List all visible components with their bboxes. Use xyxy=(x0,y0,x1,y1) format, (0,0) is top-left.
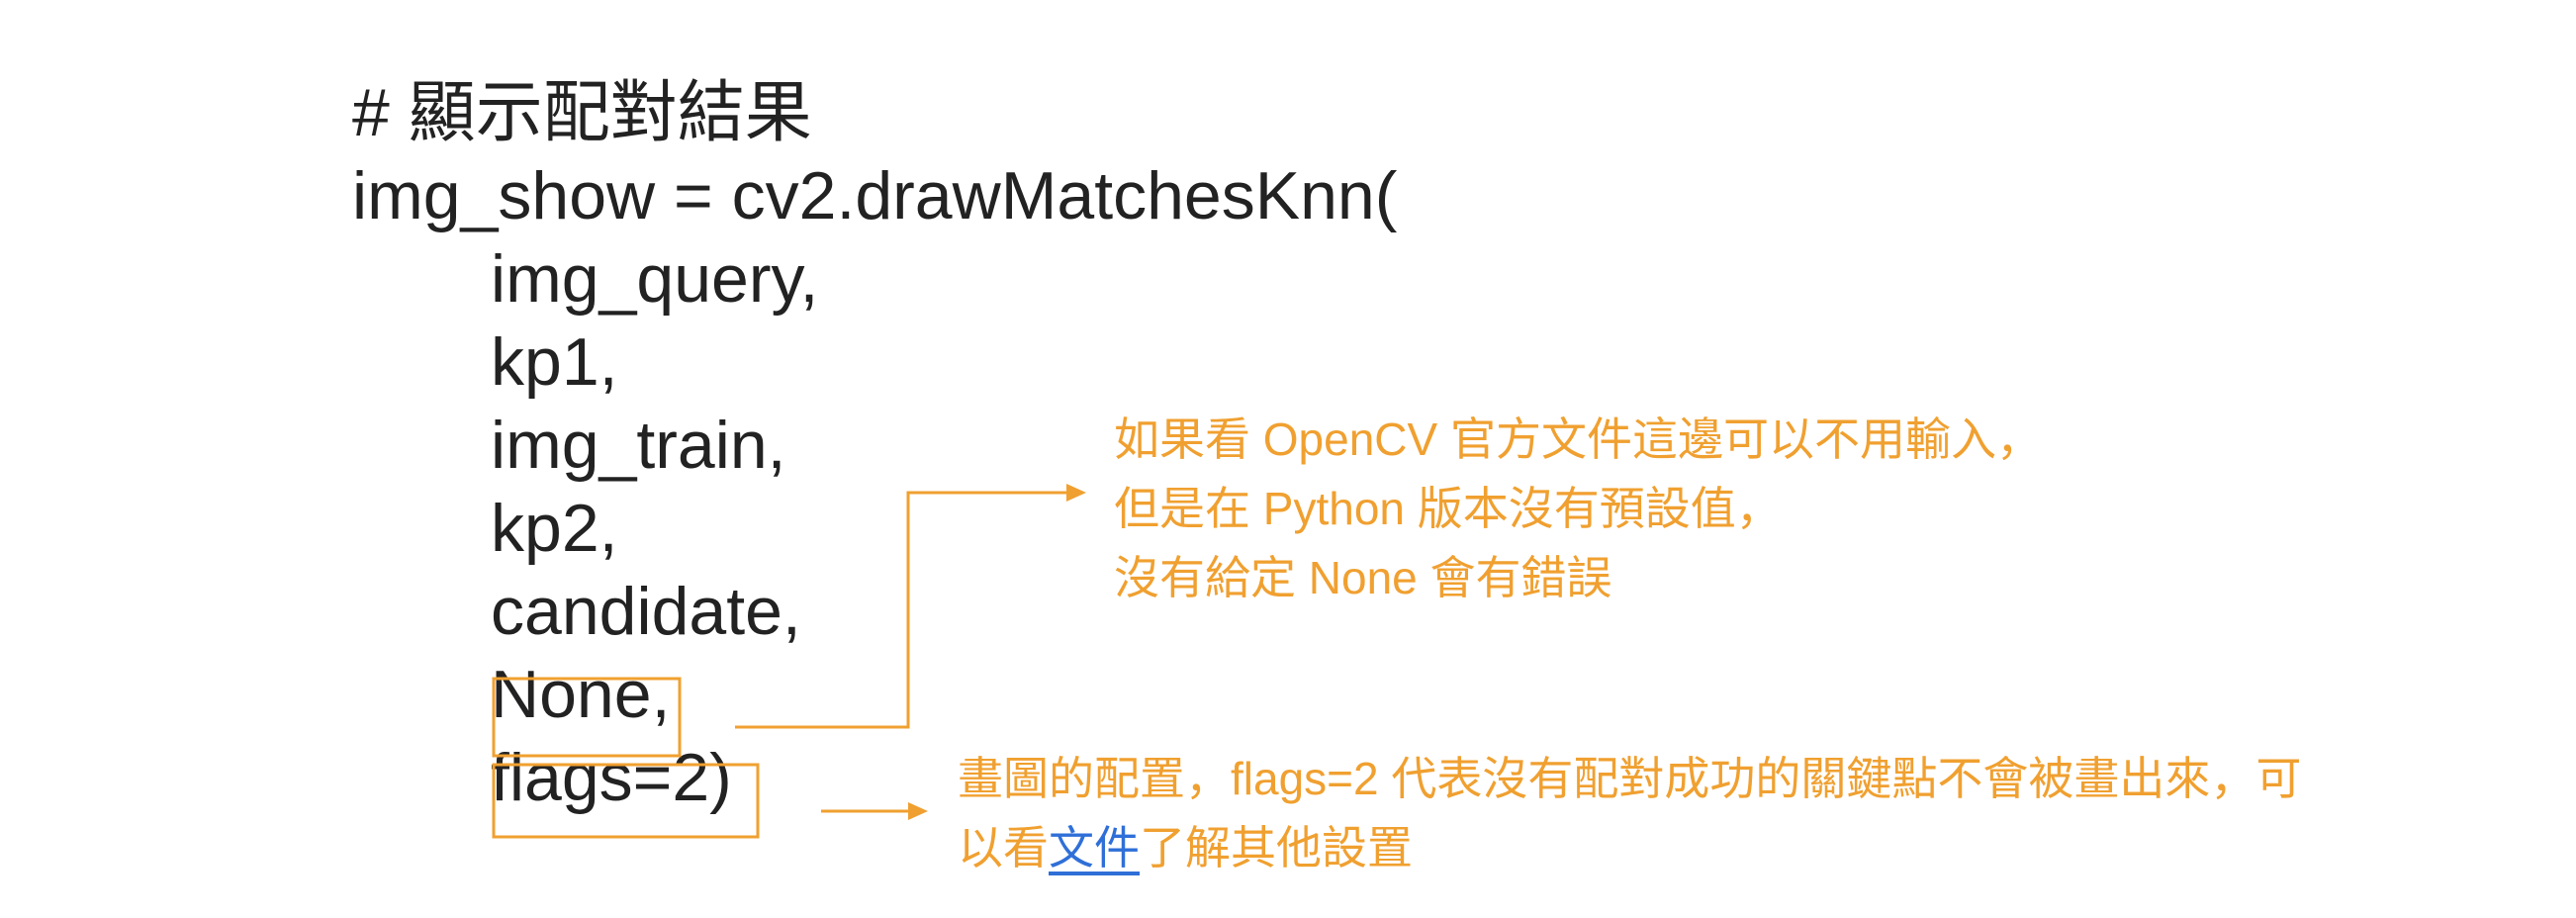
flags-note-line-2: 以看文件了解其他設置 xyxy=(958,813,1413,882)
flags-highlight-box xyxy=(492,763,760,839)
docs-link[interactable]: 文件 xyxy=(1049,822,1140,873)
flags-note-line-2-suffix: 了解其他設置 xyxy=(1140,822,1413,873)
none-arrow-head xyxy=(1066,484,1086,502)
flags-arrow-head xyxy=(908,802,928,820)
none-note-line-2: 但是在 Python 版本沒有預設值， xyxy=(1114,483,1782,534)
none-arrow-line xyxy=(735,491,1068,729)
none-highlight-box xyxy=(492,677,682,758)
flags-note-line-1: 畫圖的配置，flags=2 代表沒有配對成功的關鍵點不會被畫出來，可 xyxy=(958,753,2302,804)
none-note-line-3: 沒有給定 None 會有錯誤 xyxy=(1114,552,1612,603)
none-note-line-1: 如果看 OpenCV 官方文件這邊可以不用輸入， xyxy=(1114,413,2042,465)
flags-note-line-2-prefix: 以看 xyxy=(958,822,1049,873)
